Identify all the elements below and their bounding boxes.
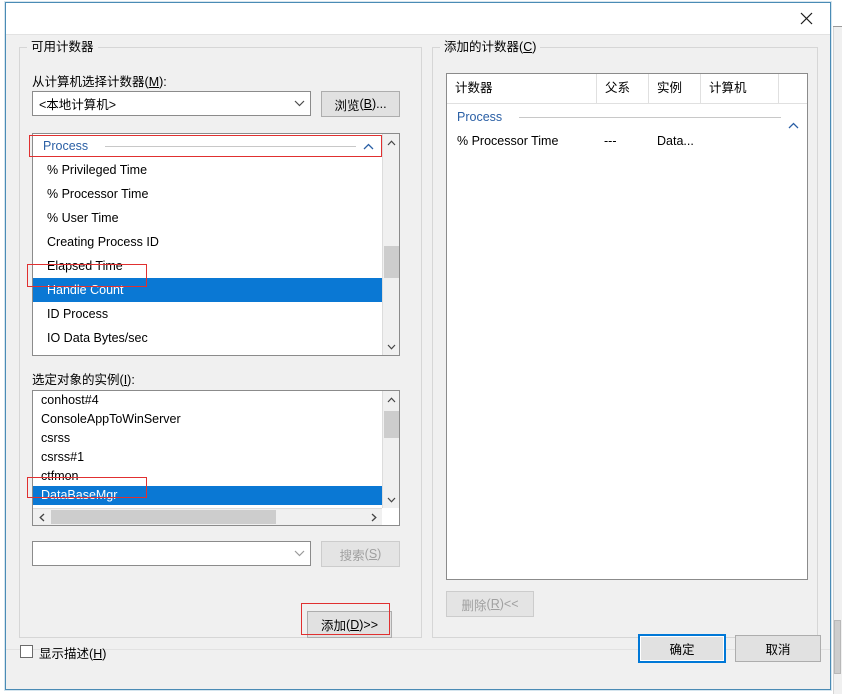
table-group-label: Process bbox=[457, 110, 503, 124]
list-item[interactable]: ctfmon bbox=[33, 467, 382, 486]
dialog-body: 可用计数器 从计算机选择计数器(M): <本地计算机> 浏览(B)... Pro… bbox=[6, 35, 830, 689]
add-counters-dialog: 可用计数器 从计算机选择计数器(M): <本地计算机> 浏览(B)... Pro… bbox=[5, 2, 831, 690]
group-divider-line bbox=[519, 117, 781, 118]
cell-counter: % Processor Time bbox=[457, 134, 559, 148]
add-button[interactable]: 添加(D) >> bbox=[307, 611, 392, 638]
ok-button[interactable]: 确定 bbox=[639, 635, 725, 662]
search-button[interactable]: 搜索(S) bbox=[321, 541, 400, 567]
list-item[interactable]: conhost#4 bbox=[33, 391, 382, 410]
group-divider-line bbox=[105, 146, 356, 147]
scroll-down-icon[interactable] bbox=[383, 491, 399, 508]
scroll-down-icon[interactable] bbox=[383, 338, 399, 355]
computer-combobox-value: <本地计算机> bbox=[39, 98, 117, 112]
scroll-thumb[interactable] bbox=[384, 411, 399, 438]
cell-parent: --- bbox=[604, 134, 617, 148]
cell-instance: Data... bbox=[657, 134, 694, 148]
instances-horizontal-scrollbar[interactable] bbox=[33, 508, 382, 525]
list-item[interactable]: Elapsed Time bbox=[33, 254, 382, 278]
list-item[interactable]: Creating Process ID bbox=[33, 230, 382, 254]
show-description-checkbox[interactable] bbox=[20, 645, 33, 658]
background-window-scrollbar[interactable] bbox=[834, 620, 841, 674]
list-item[interactable]: % Processor Time bbox=[33, 182, 382, 206]
background-window-titlebar bbox=[833, 0, 842, 26]
remove-button[interactable]: 删除(R) << bbox=[446, 591, 534, 617]
scroll-left-icon[interactable] bbox=[33, 509, 50, 525]
available-counters-legend: 可用计数器 bbox=[27, 40, 98, 54]
list-item[interactable]: csrss bbox=[33, 429, 382, 448]
list-item[interactable]: IO Data Operations/sec bbox=[33, 350, 382, 355]
scroll-up-icon[interactable] bbox=[383, 134, 399, 151]
column-header-instance[interactable]: 实例 bbox=[649, 74, 701, 103]
scroll-thumb[interactable] bbox=[51, 510, 276, 524]
browse-button[interactable]: 浏览(B)... bbox=[321, 91, 400, 117]
list-item[interactable]: % User Time bbox=[33, 206, 382, 230]
table-group-row[interactable]: Process bbox=[447, 105, 807, 129]
instances-list: conhost#4 ConsoleAppToWinServer csrss cs… bbox=[33, 391, 382, 521]
table-row[interactable]: % Processor Time --- Data... bbox=[447, 129, 807, 153]
screen: 可用计数器 从计算机选择计数器(M): <本地计算机> 浏览(B)... Pro… bbox=[0, 0, 842, 694]
chevron-up-icon[interactable] bbox=[363, 134, 374, 158]
scroll-up-icon[interactable] bbox=[383, 391, 399, 408]
counters-vertical-scrollbar[interactable] bbox=[382, 134, 399, 355]
list-item[interactable]: % Privileged Time bbox=[33, 158, 382, 182]
counter-group-row[interactable]: Process bbox=[33, 134, 382, 158]
list-item[interactable]: ConsoleAppToWinServer bbox=[33, 410, 382, 429]
column-header-computer[interactable]: 计算机 bbox=[701, 74, 779, 103]
dialog-titlebar bbox=[6, 3, 830, 35]
column-header-counter[interactable]: 计数器 bbox=[447, 74, 597, 103]
cancel-button[interactable]: 取消 bbox=[735, 635, 821, 662]
search-input[interactable] bbox=[32, 541, 311, 566]
counters-listbox[interactable]: Process % Privileged Time % Processor Ti… bbox=[32, 133, 400, 356]
list-item[interactable]: IO Data Bytes/sec bbox=[33, 326, 382, 350]
list-item-selected[interactable]: DataBaseMgr bbox=[33, 486, 382, 505]
added-counters-table[interactable]: 计数器 父系 实例 计算机 Process % Processor Time -… bbox=[446, 73, 808, 580]
column-header-spacer bbox=[779, 74, 807, 103]
scroll-right-icon[interactable] bbox=[365, 509, 382, 525]
chevron-down-icon bbox=[288, 92, 310, 115]
scroll-thumb[interactable] bbox=[384, 246, 399, 278]
column-header-parent[interactable]: 父系 bbox=[597, 74, 649, 103]
background-window bbox=[833, 0, 842, 694]
show-description-label: 显示描述(H) bbox=[39, 647, 107, 661]
list-item-selected[interactable]: Handle Count bbox=[33, 278, 382, 302]
instances-label: 选定对象的实例(I): bbox=[32, 373, 135, 387]
counters-list: Process % Privileged Time % Processor Ti… bbox=[33, 134, 382, 355]
added-counters-legend: 添加的计数器(C) bbox=[440, 40, 541, 54]
instances-vertical-scrollbar[interactable] bbox=[382, 391, 399, 508]
background-window-divider bbox=[833, 26, 842, 27]
counter-group-label: Process bbox=[43, 139, 89, 153]
select-computer-label: 从计算机选择计数器(M): bbox=[32, 75, 167, 89]
table-header-row: 计数器 父系 实例 计算机 bbox=[447, 74, 807, 104]
list-item[interactable]: ID Process bbox=[33, 302, 382, 326]
chevron-down-icon bbox=[288, 542, 310, 565]
instances-listbox[interactable]: conhost#4 ConsoleAppToWinServer csrss cs… bbox=[32, 390, 400, 526]
close-icon[interactable] bbox=[784, 3, 828, 33]
computer-combobox[interactable]: <本地计算机> bbox=[32, 91, 311, 116]
list-item[interactable]: csrss#1 bbox=[33, 448, 382, 467]
